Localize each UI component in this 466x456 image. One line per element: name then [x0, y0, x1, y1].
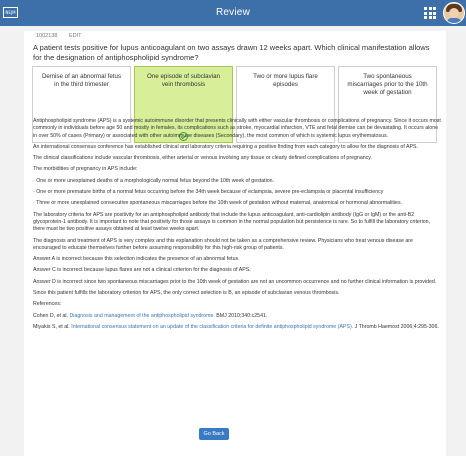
reference-item: Miyakis S, et al. International consensu…: [33, 324, 441, 331]
explanation-paragraph: The clinical classifications include vas…: [33, 155, 372, 162]
references-heading: References:: [33, 301, 62, 308]
morbidity-item: · Three or more unexplained consecutive …: [33, 200, 403, 207]
apps-grid-icon[interactable]: [424, 7, 436, 19]
reference-link[interactable]: International consensus statement on an …: [71, 324, 353, 330]
morbidity-item: · One or more unexplained deaths of a mo…: [33, 177, 275, 184]
choice-label: Demise of an abnormal fetus in the third…: [41, 73, 122, 89]
explanation-paragraph: The laboratory criteria for APS are posi…: [33, 211, 431, 233]
top-bar: NEJM Review: [0, 0, 466, 26]
go-back-button[interactable]: Go Back: [199, 428, 229, 440]
edit-link[interactable]: EDIT: [69, 33, 82, 39]
answer-explanation: Answer C is incorrect because lupus flar…: [33, 267, 251, 274]
reference-source: J Thromb Haemost 2006;4:295-306.: [353, 323, 439, 330]
reference-authors: Miyakis S, et al.: [33, 323, 72, 330]
explanation-paragraph: The morbidities of pregnancy in APS incl…: [33, 166, 138, 173]
answer-explanation: Answer D is incorrect since two spontane…: [33, 278, 437, 285]
choice-label: One episode of subclavian vein thrombosi…: [147, 73, 220, 89]
choice-label: Two or more lupus flare episodes: [253, 73, 318, 89]
answer-explanation: Answer A is incorrect because this selec…: [33, 256, 240, 263]
answer-explanation: Since this patient fulfills the laborato…: [33, 290, 340, 297]
question-meta: 1002138 EDIT: [36, 33, 91, 39]
explanation-paragraph: Antiphospholipid syndrome (APS) is a sys…: [33, 118, 441, 139]
explanation: Antiphospholipid syndrome (APS) is a sys…: [33, 118, 441, 335]
review-panel: 1002138 EDIT A patient tests positive fo…: [24, 31, 446, 456]
explanation-paragraph: An international consensus conference ha…: [33, 143, 418, 150]
page-title: Review: [216, 7, 250, 18]
reference-link[interactable]: Diagnosis and management of the antiphos…: [69, 313, 214, 319]
morbidity-item: · One or more premature births of a norm…: [33, 189, 384, 196]
reference-authors: Cohen D, et al.: [33, 312, 70, 319]
question-id: 1002138: [36, 33, 58, 39]
question-text: A patient tests positive for lupus antic…: [33, 43, 430, 62]
reference-source: BMJ 2010;340:c2541.: [214, 312, 268, 319]
reference-item: Cohen D, et al. Diagnosis and management…: [33, 313, 441, 320]
user-avatar[interactable]: [443, 2, 465, 24]
choice-label: Two spontaneous miscarriages prior to th…: [347, 73, 428, 97]
explanation-paragraph: The diagnosis and treatment of APS is ve…: [33, 237, 413, 251]
